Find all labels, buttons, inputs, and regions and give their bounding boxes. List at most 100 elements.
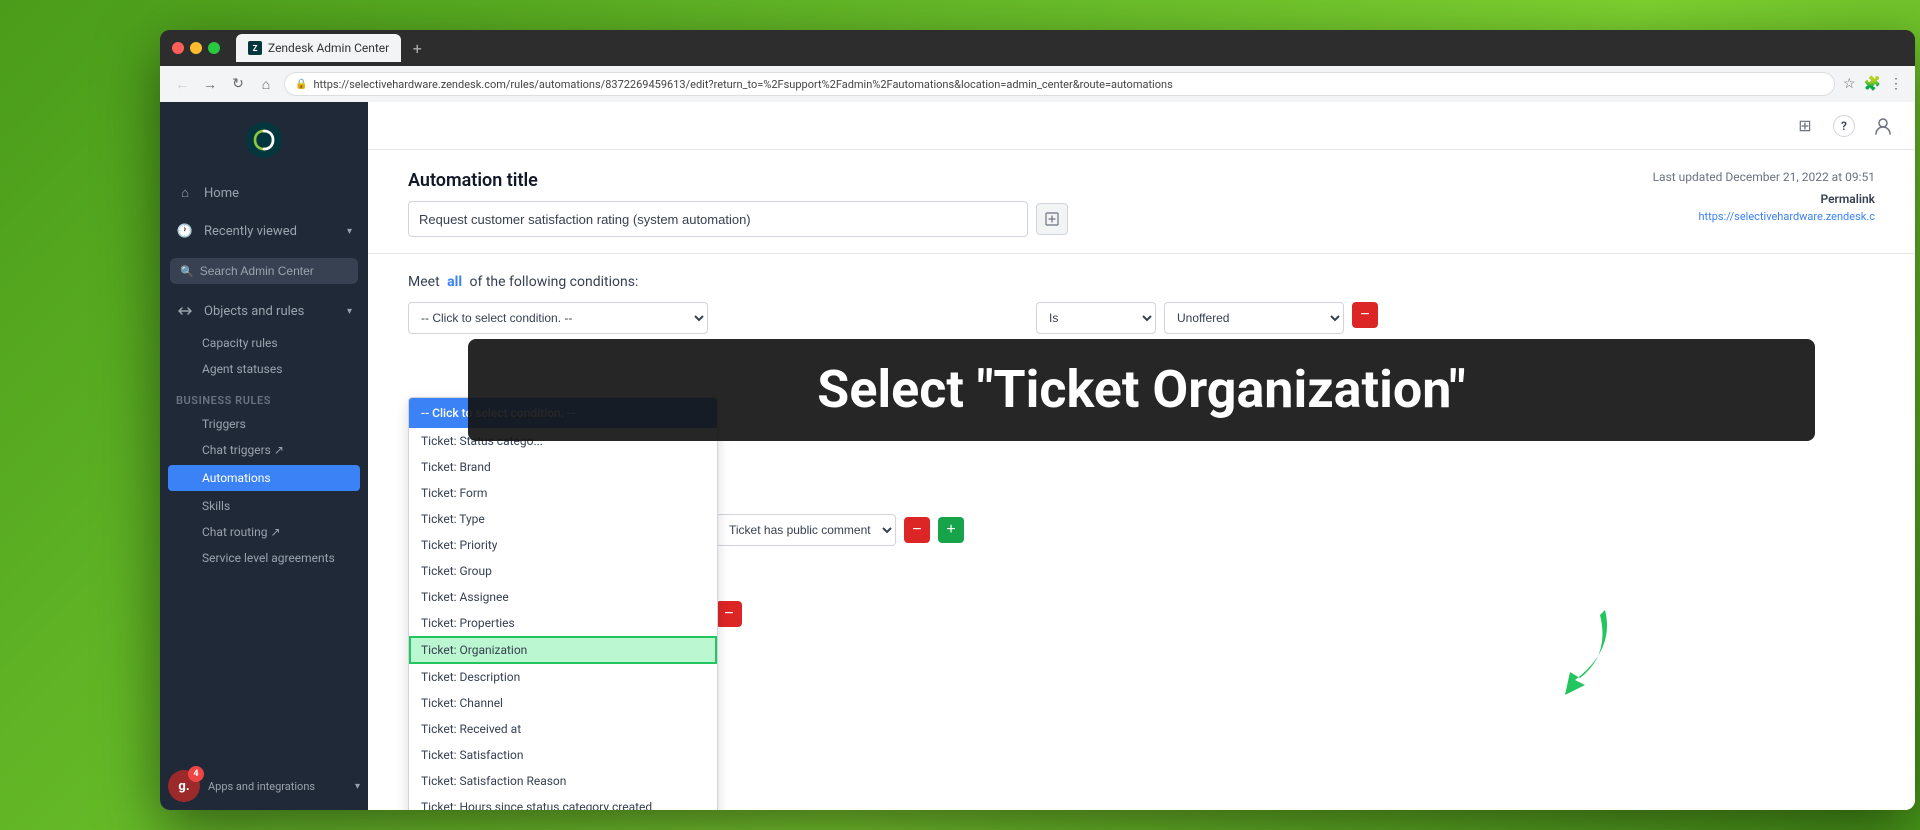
back-button[interactable]: ← xyxy=(172,74,192,94)
browser-titlebar: Z Zendesk Admin Center + xyxy=(160,30,1915,66)
close-button[interactable] xyxy=(172,42,184,54)
recently-viewed-chevron: ▾ xyxy=(347,226,352,237)
home-icon: ⌂ xyxy=(176,184,194,202)
top-bar: ⊞ ? xyxy=(368,102,1915,150)
permalink-label: Permalink xyxy=(1653,192,1875,206)
sidebar-item-chat-triggers[interactable]: Chat triggers ↗ xyxy=(160,437,368,463)
annotation-text: Select "Ticket Organization" xyxy=(817,359,1465,421)
user-avatar-wrapper[interactable]: g. 4 xyxy=(168,770,200,802)
sidebar-item-chat-routing[interactable]: Chat routing ↗ xyxy=(160,519,368,545)
recently-viewed-label: Recently viewed xyxy=(204,224,297,239)
add-condition-button[interactable]: + xyxy=(938,517,964,543)
of-following-label: of the following conditions: xyxy=(470,274,639,290)
address-actions: ☆ 🧩 ⋮ xyxy=(1843,76,1903,92)
page-title: Automation title xyxy=(408,170,1068,191)
tab-title: Zendesk Admin Center xyxy=(268,41,389,55)
sidebar-item-agent-statuses[interactable]: Agent statuses xyxy=(160,356,368,382)
extensions-icon[interactable]: 🧩 xyxy=(1864,76,1881,92)
condition-row-1: -- Click to select condition. -- -- Clic… xyxy=(408,302,1875,334)
active-tab[interactable]: Z Zendesk Admin Center xyxy=(236,34,401,62)
sidebar-item-objects-rules[interactable]: Objects and rules ▾ xyxy=(160,292,368,330)
menu-icon[interactable]: ⋮ xyxy=(1889,76,1903,92)
dropdown-item-channel[interactable]: Ticket: Channel xyxy=(409,690,717,716)
dropdown-item-satisfaction[interactable]: Ticket: Satisfaction xyxy=(409,742,717,768)
automation-title-section: Automation title xyxy=(408,170,1068,237)
minimize-button[interactable] xyxy=(190,42,202,54)
objects-chevron: ▾ xyxy=(347,306,352,317)
title-action-button[interactable] xyxy=(1036,203,1068,235)
sidebar-item-skills[interactable]: Skills xyxy=(160,493,368,519)
dropdown-item-priority[interactable]: Ticket: Priority xyxy=(409,532,717,558)
sidebar-logo xyxy=(160,102,368,174)
main-content: Automation title Last u xyxy=(368,150,1915,810)
annotation-overlay: Select "Ticket Organization" xyxy=(468,339,1815,441)
tab-bar: Z Zendesk Admin Center + xyxy=(236,34,1903,62)
traffic-lights xyxy=(172,42,220,54)
dropdown-item-organization[interactable]: Ticket: Organization xyxy=(409,636,717,664)
grid-icon[interactable]: ⊞ xyxy=(1793,114,1817,138)
dropdown-item-assignee[interactable]: Ticket: Assignee xyxy=(409,584,717,610)
dropdown-item-brand[interactable]: Ticket: Brand xyxy=(409,454,717,480)
last-updated-text: Last updated December 21, 2022 at 09:51 xyxy=(1653,170,1875,184)
condition-select-type[interactable]: -- Click to select condition. -- xyxy=(408,302,708,334)
sidebar-bottom: g. 4 Apps and integrations ▾ xyxy=(160,762,368,810)
bookmark-icon[interactable]: ☆ xyxy=(1843,76,1856,92)
condition-value-select-2[interactable]: Ticket has public comments xyxy=(716,514,896,546)
title-input-wrapper xyxy=(408,201,1068,237)
business-rules-section-label: Business rules xyxy=(160,382,368,411)
sidebar-item-recently-viewed[interactable]: 🕐 Recently viewed ▾ xyxy=(160,212,368,250)
dropdown-item-satisfaction-reason[interactable]: Ticket: Satisfaction Reason xyxy=(409,768,717,794)
new-tab-button[interactable]: + xyxy=(405,36,429,60)
content-body: Meet all of the following conditions: --… xyxy=(368,254,1915,810)
search-input[interactable] xyxy=(200,264,348,278)
sidebar: ⌂ Home 🕐 Recently viewed ▾ 🔍 xyxy=(160,102,368,810)
zendesk-logo-icon xyxy=(246,122,282,158)
condition-value-select[interactable]: Unoffered xyxy=(1164,302,1344,334)
all-highlighted: all xyxy=(447,274,462,290)
notification-badge: 4 xyxy=(188,766,204,782)
refresh-button[interactable]: ↻ xyxy=(228,74,248,94)
dropdown-item-received-at[interactable]: Ticket: Received at xyxy=(409,716,717,742)
content-header: Automation title Last u xyxy=(368,150,1915,254)
dropdown-item-type[interactable]: Ticket: Type xyxy=(409,506,717,532)
meta-info: Last updated December 21, 2022 at 09:51 … xyxy=(1653,170,1875,223)
remove-condition-button-2[interactable]: − xyxy=(904,517,930,543)
home-label: Home xyxy=(204,186,239,201)
meet-label: Meet xyxy=(408,274,440,290)
browser-window: Z Zendesk Admin Center + ← → ↻ ⌂ 🔒 https… xyxy=(160,30,1915,810)
remove-any-condition-button[interactable]: − xyxy=(716,601,742,627)
search-box[interactable]: 🔍 xyxy=(170,258,358,284)
main-wrapper: ⊞ ? Automation title xyxy=(368,102,1915,810)
remove-condition-button-1[interactable]: − xyxy=(1352,302,1378,328)
user-icon[interactable] xyxy=(1871,114,1895,138)
objects-icon xyxy=(176,302,194,320)
help-icon[interactable]: ? xyxy=(1833,115,1855,137)
sidebar-item-capacity-rules[interactable]: Capacity rules xyxy=(160,330,368,356)
condition-is-select[interactable]: Is xyxy=(1036,302,1156,334)
dropdown-item-hours-created[interactable]: Ticket: Hours since status category crea… xyxy=(409,794,717,810)
dropdown-item-description[interactable]: Ticket: Description xyxy=(409,664,717,690)
dropdown-wrapper: -- Click to select condition. -- -- Clic… xyxy=(408,302,708,334)
apps-chevron: ▾ xyxy=(355,781,360,792)
app-container: ⌂ Home 🕐 Recently viewed ▾ 🔍 xyxy=(160,102,1915,810)
home-nav-button[interactable]: ⌂ xyxy=(256,74,276,94)
sidebar-item-automations[interactable]: Automations xyxy=(168,465,360,491)
url-text: https://selectivehardware.zendesk.com/ru… xyxy=(313,78,1172,91)
automation-title-input[interactable] xyxy=(408,201,1028,237)
condition-dropdown-overlay: -- Click to select condition. -- Ticket:… xyxy=(408,397,718,810)
maximize-button[interactable] xyxy=(208,42,220,54)
sidebar-item-service-level[interactable]: Service level agreements xyxy=(160,545,368,571)
url-bar[interactable]: 🔒 https://selectivehardware.zendesk.com/… xyxy=(284,72,1835,96)
search-icon: 🔍 xyxy=(180,265,194,278)
sidebar-item-home[interactable]: ⌂ Home xyxy=(160,174,368,212)
meet-all-title: Meet all of the following conditions: xyxy=(408,274,1875,290)
dropdown-item-group[interactable]: Ticket: Group xyxy=(409,558,717,584)
forward-button[interactable]: → xyxy=(200,74,220,94)
dropdown-item-form[interactable]: Ticket: Form xyxy=(409,480,717,506)
dropdown-item-properties[interactable]: Ticket: Properties xyxy=(409,610,717,636)
permalink-url[interactable]: https://selectivehardware.zendesk.c xyxy=(1653,210,1875,223)
sidebar-nav: ⌂ Home 🕐 Recently viewed ▾ 🔍 xyxy=(160,174,368,762)
sidebar-item-triggers[interactable]: Triggers xyxy=(160,411,368,437)
arrow-overlay xyxy=(1515,590,1635,710)
tab-favicon: Z xyxy=(248,41,262,55)
